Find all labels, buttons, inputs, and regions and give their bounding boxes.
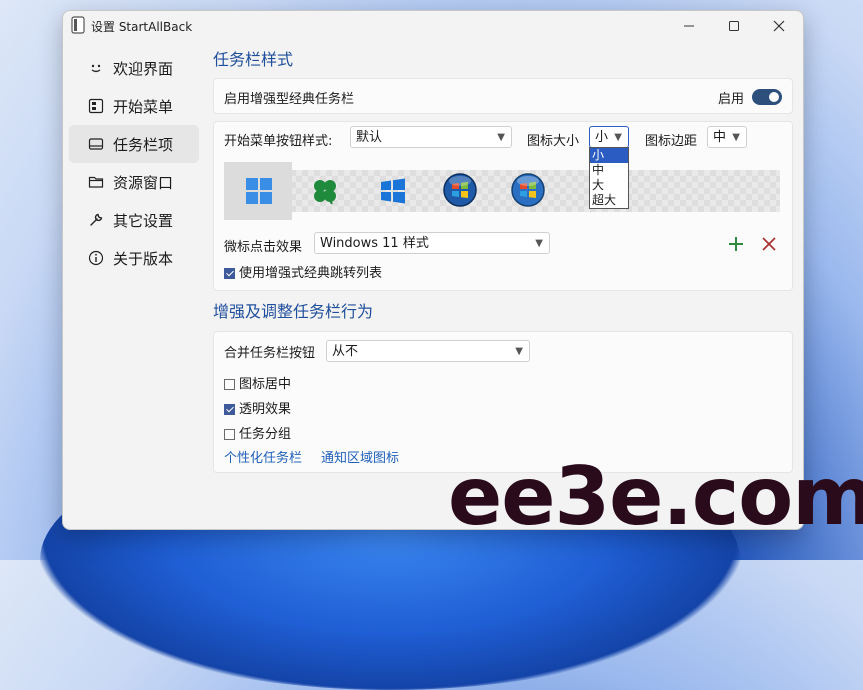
enhanced-taskbar-label: 启用增强型经典任务栏 [224,92,355,107]
combine-buttons-label: 合并任务栏按钮 [224,346,316,361]
icon-size-label: 图标大小 [527,134,580,149]
task-grouping-label: 任务分组 [239,427,292,442]
icon-size-value: 小 [595,130,609,145]
sidebar-item-label: 其它设置 [113,211,174,230]
dropdown-option[interactable]: 中 [590,163,628,178]
enhanced-taskbar-card: 启用增强型经典任务栏 启用 [213,78,793,114]
win7-orb-alt-icon[interactable] [510,172,546,208]
start-button-style-select[interactable]: 默认 ▼ [350,126,512,148]
maximize-button[interactable] [718,15,750,37]
minimize-button[interactable] [673,15,705,37]
chevron-down-icon: ▼ [515,346,523,357]
start-button-style-value: 默认 [356,130,383,145]
center-icons-option[interactable]: 图标居中 [224,373,291,392]
window-title: 设置 StartAllBack [91,20,193,34]
dropdown-option[interactable]: 小 [590,148,628,163]
info-icon [87,249,105,267]
enable-toggle[interactable] [752,89,782,105]
click-effect-value: Windows 11 样式 [320,236,429,251]
wrench-icon [87,211,105,229]
sidebar-item-other[interactable]: 其它设置 [69,201,199,239]
sidebar-item-explorer[interactable]: 资源窗口 [69,163,199,201]
combine-buttons-select[interactable]: 从不 ▼ [326,340,530,362]
chevron-down-icon: ▼ [614,132,622,143]
remove-icon[interactable] [762,237,776,251]
sidebar-item-taskbar[interactable]: 任务栏项 [69,125,199,163]
sidebar-item-start-menu[interactable]: 开始菜单 [69,87,199,125]
notification-icons-link[interactable]: 通知区域图标 [321,447,399,466]
add-icon[interactable] [728,236,744,252]
section-title-behavior: 增强及调整任务栏行为 [213,302,374,321]
win10-start-icon[interactable] [378,176,408,206]
close-button[interactable] [763,15,795,37]
center-icons-label: 图标居中 [239,377,292,392]
personalize-taskbar-link[interactable]: 个性化任务栏 [224,447,302,466]
icon-margin-value: 中 [713,130,727,145]
minimize-icon [684,25,694,27]
start-menu-icon [87,97,105,115]
dropdown-option[interactable]: 超大 [590,193,628,208]
sidebar-item-label: 关于版本 [113,249,174,268]
title-bar: 设置 StartAllBack [63,11,803,41]
close-icon [773,20,785,32]
click-effect-label: 微标点击效果 [224,240,303,255]
start-button-preview-strip [224,170,780,212]
win11-start-icon[interactable] [244,176,274,206]
chevron-down-icon: ▼ [497,132,505,143]
main-content: 任务栏样式 启用增强型经典任务栏 启用 开始菜单按钮样式: 默认 ▼ 图标大小 … [213,49,793,473]
sidebar-item-label: 任务栏项 [113,135,174,154]
center-icons-checkbox[interactable] [224,379,235,390]
transparency-checkbox[interactable] [224,404,235,415]
jumplist-option[interactable]: 使用增强式经典跳转列表 [224,262,382,281]
task-grouping-checkbox[interactable] [224,429,235,440]
smiley-icon [87,59,105,77]
click-effect-select[interactable]: Windows 11 样式 ▼ [314,232,550,254]
jumplist-label: 使用增强式经典跳转列表 [239,266,383,281]
maximize-icon [729,21,739,31]
transparency-option[interactable]: 透明效果 [224,398,291,417]
win7-orb-icon[interactable] [442,172,478,208]
task-grouping-option[interactable]: 任务分组 [224,423,291,442]
sidebar-item-label: 资源窗口 [113,173,174,192]
sidebar-item-about[interactable]: 关于版本 [69,239,199,277]
sidebar-item-label: 开始菜单 [113,97,174,116]
icon-margin-select[interactable]: 中 ▼ [707,126,747,148]
start-button-style-label: 开始菜单按钮样式: [224,134,333,149]
sidebar: 欢迎界面 开始菜单 任务栏项 资源窗口 其它设置 关于版本 [63,49,203,277]
sidebar-item-welcome[interactable]: 欢迎界面 [69,49,199,87]
watermark-text: ee3e.com [448,450,863,543]
taskbar-icon [87,135,105,153]
app-icon [71,16,85,34]
icon-size-select[interactable]: 小 ▼ [589,126,629,148]
icon-size-dropdown-list: 小 中 大 超大 [589,147,629,209]
enable-label: 启用 [718,92,745,107]
chevron-down-icon: ▼ [732,132,740,143]
chevron-down-icon: ▼ [535,238,543,249]
dropdown-option[interactable]: 大 [590,178,628,193]
clover-start-icon[interactable] [310,176,340,206]
taskbar-options-card: 开始菜单按钮样式: 默认 ▼ 图标大小 小 ▼ 图标边距 中 ▼ 小 中 大 超… [213,121,793,291]
transparency-label: 透明效果 [239,402,292,417]
jumplist-checkbox[interactable] [224,268,235,279]
combine-buttons-value: 从不 [332,344,359,359]
section-title-taskbar-style: 任务栏样式 [213,50,294,69]
sidebar-item-label: 欢迎界面 [113,59,174,78]
folder-icon [87,173,105,191]
icon-margin-label: 图标边距 [645,134,698,149]
